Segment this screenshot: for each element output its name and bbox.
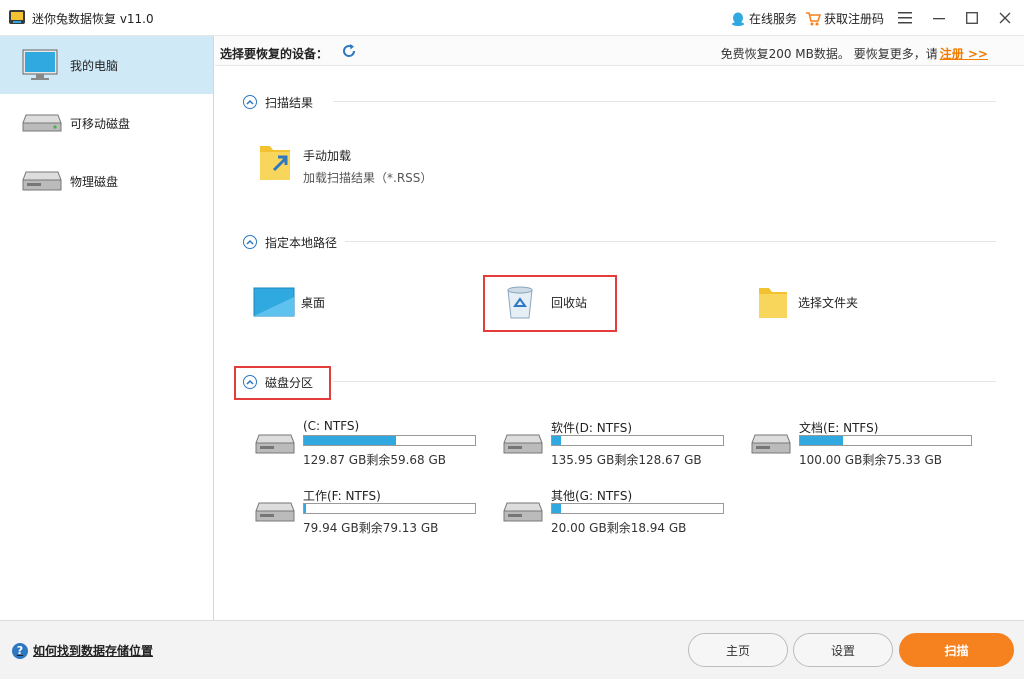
collapse-up-icon[interactable] bbox=[243, 235, 257, 249]
refresh-icon[interactable] bbox=[341, 43, 357, 59]
partition-f[interactable]: 工作(F: NTFS) 79.94 GB剩余79.13 GB bbox=[255, 487, 495, 537]
sidebar-item-my-computer[interactable]: 我的电脑 bbox=[0, 36, 213, 94]
bottom-bar: ? 如何找到数据存储位置 主页 设置 扫描 bbox=[0, 620, 1024, 679]
register-link[interactable]: 注册 >> bbox=[940, 47, 988, 61]
partition-name: 软件(D: NTFS) bbox=[551, 421, 633, 435]
manual-load-label[interactable]: 手动加载 bbox=[303, 147, 351, 164]
collapse-up-icon[interactable] bbox=[243, 375, 257, 389]
partition-usage-bar bbox=[551, 503, 724, 514]
hard-drive-icon bbox=[22, 171, 62, 191]
chat-icon bbox=[732, 12, 744, 26]
partition-name: 文档(E: NTFS) bbox=[799, 421, 879, 435]
removable-drive-icon bbox=[22, 114, 62, 132]
partition-usage-fill bbox=[304, 436, 397, 445]
partition-g[interactable]: 其他(G: NTFS) 20.00 GB剩余18.94 GB bbox=[503, 487, 743, 537]
partition-name: 工作(F: NTFS) bbox=[303, 489, 381, 503]
hard-drive-icon bbox=[255, 434, 295, 454]
sidebar-item-label: 物理磁盘 bbox=[70, 174, 119, 189]
get-code-link[interactable]: 获取注册码 bbox=[805, 10, 884, 27]
cart-icon bbox=[806, 11, 821, 25]
partition-d[interactable]: 软件(D: NTFS) 135.95 GB剩余128.67 GB bbox=[503, 419, 743, 469]
close-button[interactable] bbox=[993, 6, 1017, 30]
section-partitions-header[interactable]: 磁盘分区 bbox=[243, 372, 313, 392]
sidebar-item-removable-disk[interactable]: 可移动磁盘 bbox=[0, 94, 213, 152]
menu-button[interactable] bbox=[893, 6, 917, 30]
scan-button[interactable]: 扫描 bbox=[899, 633, 1014, 667]
close-icon bbox=[999, 12, 1011, 24]
partition-usage-bar bbox=[303, 435, 476, 446]
partition-e[interactable]: 文档(E: NTFS) 100.00 GB剩余75.33 GB bbox=[751, 419, 991, 469]
sidebar-item-label: 我的电脑 bbox=[70, 58, 119, 73]
hard-drive-icon bbox=[255, 502, 295, 522]
partition-size: 20.00 GB剩余18.94 GB bbox=[551, 521, 687, 535]
free-quota-note: 免费恢复200 MB数据。 要恢复更多，请 注册 >> bbox=[721, 45, 988, 62]
section-title: 扫描结果 bbox=[265, 95, 314, 110]
collapse-up-icon[interactable] bbox=[243, 95, 257, 109]
partition-usage-fill bbox=[800, 436, 843, 445]
recycle-bin-highlight bbox=[483, 275, 617, 332]
section-divider bbox=[333, 381, 996, 382]
online-service-label: 在线服务 bbox=[749, 12, 798, 26]
maximize-icon bbox=[966, 12, 978, 24]
partition-usage-bar bbox=[799, 435, 972, 446]
desktop-label[interactable]: 桌面 bbox=[301, 294, 325, 311]
manual-load-sub: 加载扫描结果（*.RSS） bbox=[303, 171, 433, 185]
choose-folder-label[interactable]: 选择文件夹 bbox=[798, 294, 858, 311]
section-title: 指定本地路径 bbox=[265, 235, 338, 250]
get-code-label: 获取注册码 bbox=[824, 12, 885, 26]
desktop-icon[interactable] bbox=[253, 287, 295, 319]
partition-size: 129.87 GB剩余59.68 GB bbox=[303, 453, 447, 467]
sidebar-item-physical-disk[interactable]: 物理磁盘 bbox=[0, 152, 213, 210]
minimize-button[interactable] bbox=[927, 6, 951, 30]
partition-c[interactable]: (C: NTFS) 129.87 GB剩余59.68 GB bbox=[255, 419, 495, 469]
device-toolbar: 选择要恢复的设备： 免费恢复200 MB数据。 要恢复更多，请 注册 >> bbox=[215, 36, 1024, 66]
maximize-button[interactable] bbox=[960, 6, 984, 30]
hard-drive-icon bbox=[751, 434, 791, 454]
partition-size: 135.95 GB剩余128.67 GB bbox=[551, 453, 702, 467]
partition-name: (C: NTFS) bbox=[303, 419, 360, 433]
section-divider bbox=[333, 101, 996, 102]
partition-name: 其他(G: NTFS) bbox=[551, 489, 633, 503]
app-logo-icon bbox=[9, 10, 25, 24]
folder-icon[interactable] bbox=[757, 284, 789, 320]
home-button[interactable]: 主页 bbox=[688, 633, 788, 667]
help-link-label: 如何找到数据存储位置 bbox=[33, 644, 154, 658]
section-local-path-header[interactable]: 指定本地路径 bbox=[243, 232, 337, 252]
app-title: 迷你兔数据恢复 v11.0 bbox=[32, 12, 154, 26]
section-scan-results-header[interactable]: 扫描结果 bbox=[243, 92, 313, 112]
help-icon: ? bbox=[12, 642, 28, 659]
minimize-icon bbox=[933, 18, 945, 20]
hard-drive-icon bbox=[503, 502, 543, 522]
hard-drive-icon bbox=[503, 434, 543, 454]
load-folder-icon[interactable] bbox=[258, 140, 292, 182]
main-panel: 选择要恢复的设备： 免费恢复200 MB数据。 要恢复更多，请 注册 >> 扫描结… bbox=[215, 36, 1024, 620]
online-service-link[interactable]: 在线服务 bbox=[730, 10, 797, 27]
hamburger-menu-icon bbox=[898, 12, 912, 24]
partition-size: 100.00 GB剩余75.33 GB bbox=[799, 453, 943, 467]
section-title: 磁盘分区 bbox=[265, 375, 314, 390]
sidebar-item-label: 可移动磁盘 bbox=[70, 116, 131, 131]
recycle-bin-label[interactable]: 回收站 bbox=[551, 294, 587, 311]
help-link[interactable]: ? 如何找到数据存储位置 bbox=[12, 642, 153, 659]
device-select-title: 选择要恢复的设备： bbox=[220, 47, 329, 61]
title-bar: 迷你兔数据恢复 v11.0 在线服务 获取注册码 bbox=[0, 0, 1024, 36]
partition-usage-fill bbox=[552, 504, 561, 513]
settings-button[interactable]: 设置 bbox=[793, 633, 893, 667]
partition-size: 79.94 GB剩余79.13 GB bbox=[303, 521, 439, 535]
section-divider bbox=[345, 241, 996, 242]
free-quota-text: 免费恢复200 MB数据。 要恢复更多，请 bbox=[720, 47, 938, 61]
partition-usage-fill bbox=[552, 436, 561, 445]
recycle-bin-icon[interactable] bbox=[505, 284, 535, 320]
partition-usage-fill bbox=[304, 504, 306, 513]
sidebar: 我的电脑 可移动磁盘 物理磁盘 bbox=[0, 36, 214, 620]
monitor-icon bbox=[22, 49, 58, 80]
partition-usage-bar bbox=[303, 503, 476, 514]
partition-usage-bar bbox=[551, 435, 724, 446]
